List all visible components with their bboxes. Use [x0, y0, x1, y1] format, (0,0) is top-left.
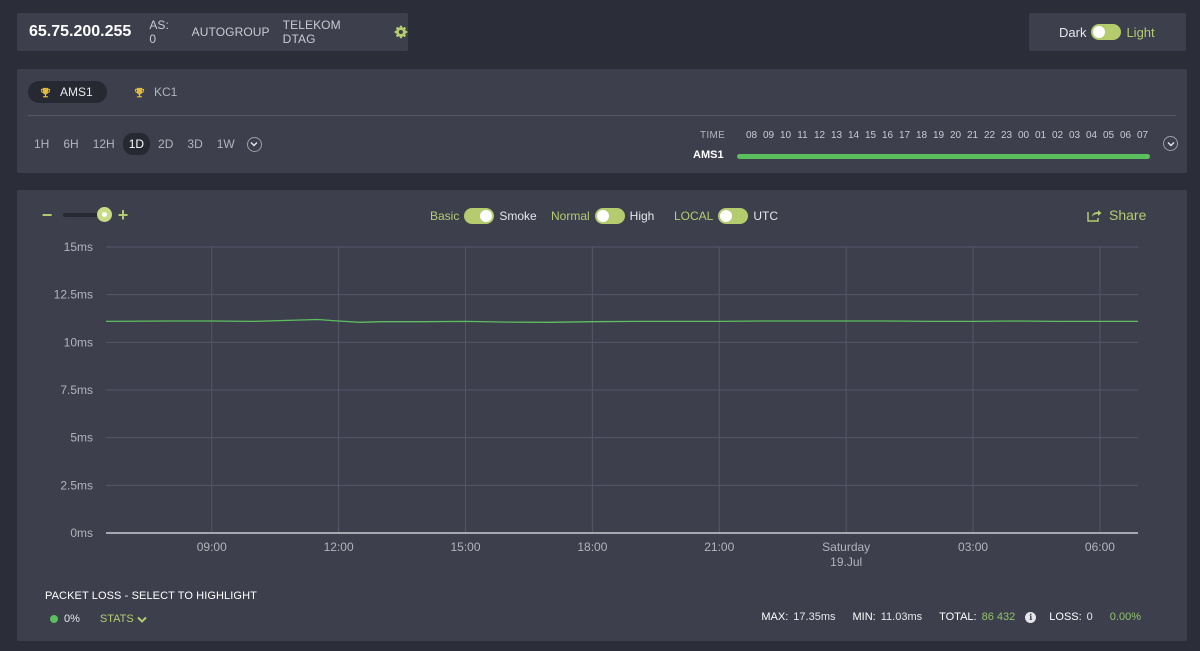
latency-chart[interactable]: 15ms 12.5ms 10ms 7.5ms 5ms 2.5ms 0ms 09:00 12:00…: [17, 190, 1187, 590]
tab-label: AMS1: [60, 85, 93, 99]
y-tick-label: 7.5ms: [60, 383, 93, 397]
chevron-down-icon: [1167, 141, 1174, 146]
stats-button[interactable]: STATS: [100, 613, 147, 625]
hour-label: 01: [1034, 130, 1047, 141]
light-label: Light: [1126, 24, 1155, 40]
y-tick-label: 12.5ms: [54, 288, 93, 302]
availability-bar[interactable]: [737, 154, 1150, 159]
x-tick-label: 06:00: [1085, 540, 1115, 554]
hour-label: 20: [949, 130, 962, 141]
host-header: 65.75.200.255 AS: 0 AUTOGROUP TELEKOM DT…: [17, 13, 408, 51]
range-selector: 1H 6H 12H 1D 2D 3D 1W: [28, 133, 262, 155]
x-tick-label: 15:00: [450, 540, 480, 554]
time-label: TIME: [700, 130, 726, 141]
hour-label: 03: [1068, 130, 1081, 141]
hour-label: 07: [1136, 130, 1149, 141]
max-value: 17.35ms: [793, 611, 836, 623]
gear-icon[interactable]: [394, 25, 408, 39]
stats-label: STATS: [99, 613, 134, 625]
x-tick-sublabel: 19.Jul: [830, 555, 862, 569]
theme-switcher: Dark Light: [1029, 13, 1186, 51]
hour-label: 05: [1102, 130, 1115, 141]
theme-toggle[interactable]: [1091, 24, 1122, 40]
chevron-down-icon: [250, 142, 258, 147]
range-1h[interactable]: 1H: [28, 133, 55, 155]
y-tick-label: 2.5ms: [60, 478, 93, 492]
hour-label: 08: [745, 130, 758, 141]
packet-loss-title: PACKET LOSS - SELECT TO HIGHLIGHT: [45, 590, 257, 602]
range-12h[interactable]: 12H: [87, 133, 121, 155]
trophy-icon: [134, 87, 145, 97]
x-tick-label: 12:00: [324, 540, 354, 554]
provider-name: TELEKOM DTAG: [282, 18, 341, 46]
min-label: MIN:: [852, 611, 876, 623]
hour-label: 22: [983, 130, 996, 141]
y-tick-label: 10ms: [64, 335, 93, 349]
stats-summary: MAX: 17.35ms MIN: 11.03ms TOTAL: 86 432 …: [761, 611, 1141, 623]
group-name: AUTOGROUP: [191, 25, 270, 39]
hour-label: 12: [813, 130, 826, 141]
range-1w[interactable]: 1W: [211, 133, 241, 155]
hour-label: 04: [1085, 130, 1098, 141]
loss-legend-dot[interactable]: [50, 615, 58, 623]
y-tick-label: 15ms: [64, 240, 93, 254]
chevron-down-icon: [137, 616, 147, 623]
as-number: AS: 0: [149, 18, 169, 46]
loss-label: LOSS:: [1049, 611, 1082, 623]
hour-label: 21: [966, 130, 979, 141]
timeline-row-label: AMS1: [693, 149, 724, 161]
hour-scale: 08 09 10 11 12 13 14 15 16 17 18 19 20 21 22 23 00 01 02 03…: [743, 130, 1151, 141]
range-1d[interactable]: 1D: [122, 133, 151, 155]
hour-label: 14: [847, 130, 860, 141]
total-label: TOTAL:: [939, 611, 977, 623]
expand-timeline-button[interactable]: [1163, 136, 1178, 151]
ip-address: 65.75.200.255: [29, 23, 132, 40]
x-tick-label: Saturday: [822, 540, 870, 554]
info-icon[interactable]: i: [1025, 611, 1037, 623]
node-panel: AMS1 KC1 1H 6H 12H 1D 2D 3D 1W TIME 08 09…: [17, 69, 1187, 173]
hour-label: 18: [915, 130, 928, 141]
hour-label: 02: [1051, 130, 1064, 141]
range-6h[interactable]: 6H: [57, 133, 84, 155]
max-label: MAX:: [761, 611, 789, 623]
range-3d[interactable]: 3D: [181, 133, 208, 155]
x-tick-label: 18:00: [577, 540, 607, 554]
tab-ams1[interactable]: AMS1: [28, 81, 107, 103]
hour-label: 13: [830, 130, 843, 141]
more-ranges-button[interactable]: [246, 136, 262, 152]
x-tick-label: 21:00: [704, 540, 734, 554]
hour-label: 23: [1000, 130, 1013, 141]
hour-label: 06: [1119, 130, 1132, 141]
loss-value: 0: [1086, 611, 1093, 623]
packet-loss-row: 0% STATS: [50, 613, 147, 625]
tab-label: KC1: [154, 85, 178, 99]
hour-label: 19: [932, 130, 945, 141]
min-value: 11.03ms: [880, 611, 923, 623]
loss-percent: 0%: [64, 613, 80, 625]
latency-chart-panel: − + Basic Smoke Normal High LOCAL UTC Sh…: [17, 190, 1187, 641]
latency-series-line[interactable]: [105, 318, 1138, 323]
y-tick-label: 0ms: [70, 526, 93, 540]
x-tick-label: 09:00: [197, 540, 227, 554]
dark-label: Dark: [1059, 24, 1087, 40]
hour-label: 15: [864, 130, 877, 141]
loss-percent-value: 0.00%: [1109, 611, 1141, 623]
hour-label: 17: [898, 130, 911, 141]
hour-label: 16: [881, 130, 894, 141]
divider: [28, 115, 1176, 116]
range-2d[interactable]: 2D: [152, 133, 179, 155]
hour-label: 09: [762, 130, 775, 141]
hour-label: 00: [1017, 130, 1030, 141]
total-value: 86 432: [981, 611, 1016, 623]
trophy-icon: [40, 87, 51, 97]
tab-kc1[interactable]: KC1: [122, 81, 191, 103]
y-tick-label: 5ms: [70, 431, 93, 445]
x-tick-label: 03:00: [958, 540, 988, 554]
hour-label: 11: [797, 130, 808, 141]
hour-label: 10: [779, 130, 792, 141]
